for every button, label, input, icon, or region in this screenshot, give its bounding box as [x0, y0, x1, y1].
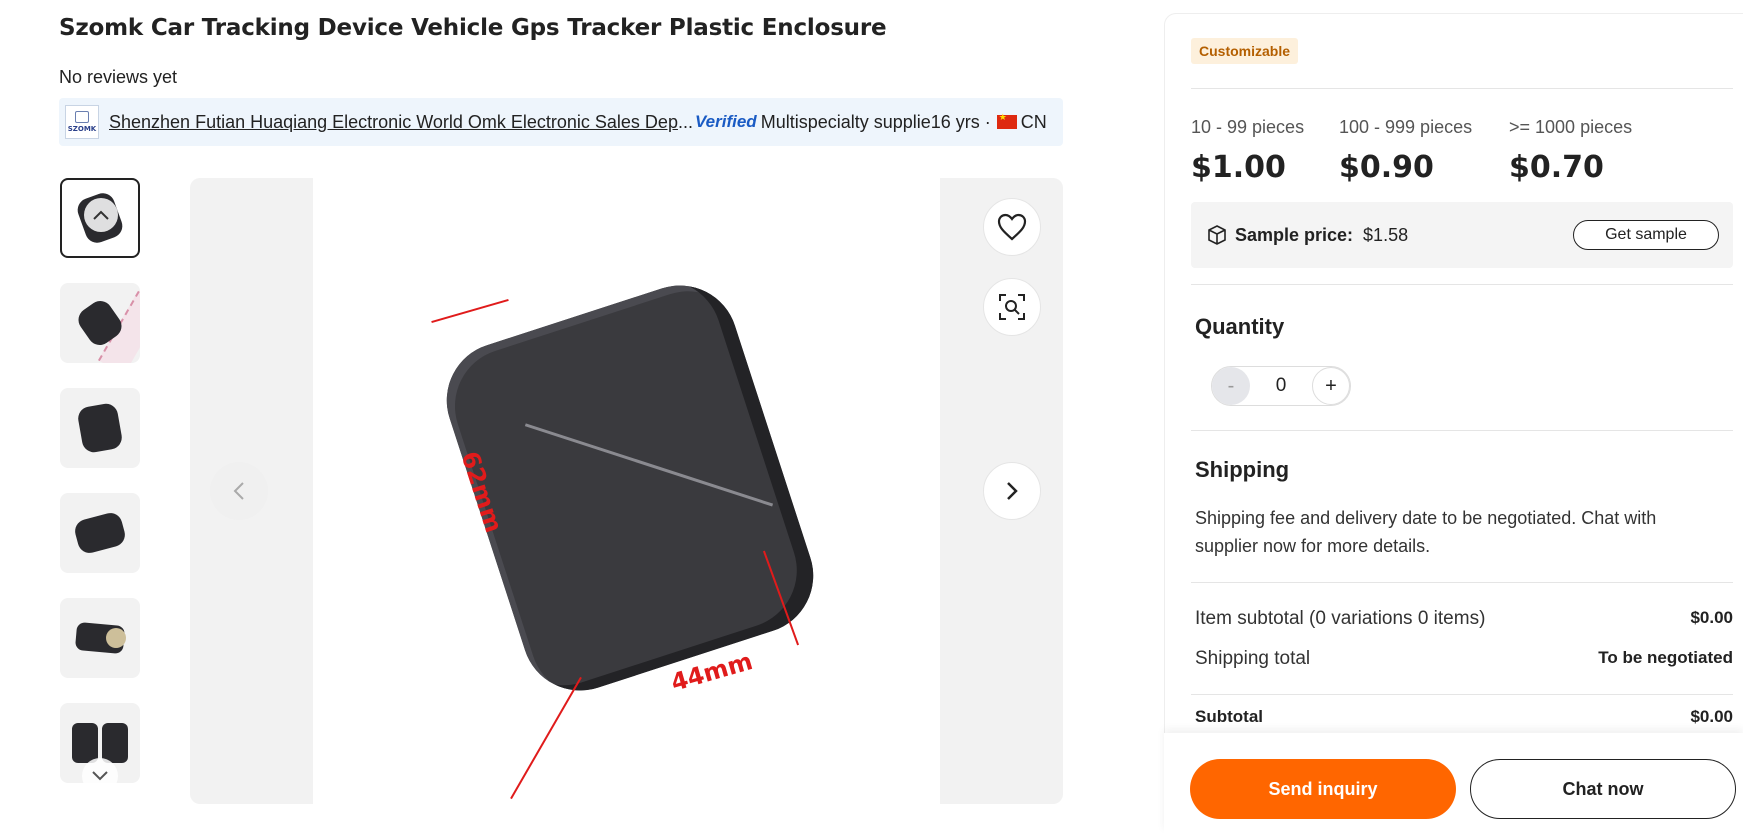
- tier-quantity: >= 1000 pieces: [1509, 117, 1633, 137]
- subtotal-value: $0.00: [1690, 707, 1733, 726]
- supplier-bar: SZOMK Shenzhen Futian Huaqiang Electroni…: [59, 98, 1063, 146]
- thumbnail-image: [72, 723, 128, 763]
- chevron-down-icon[interactable]: [82, 758, 118, 794]
- decrease-quantity-button[interactable]: -: [1212, 367, 1250, 405]
- divider: [1191, 582, 1733, 583]
- previous-image-button[interactable]: [210, 462, 268, 520]
- shipping-total-row: Shipping total To be negotiated: [1195, 648, 1733, 670]
- customizable-badge: Customizable: [1191, 38, 1299, 64]
- thumbnail-4[interactable]: [60, 493, 140, 573]
- supplier-logo[interactable]: SZOMK: [65, 105, 99, 139]
- chevron-right-icon: [1007, 482, 1018, 500]
- next-image-button[interactable]: [983, 462, 1041, 520]
- device-seam: [524, 423, 774, 507]
- price-tier-3: >= 1000 pieces $0.70: [1509, 117, 1632, 185]
- image-search-icon: [999, 294, 1025, 320]
- divider: [1191, 284, 1733, 285]
- shipping-total-label: Shipping total: [1195, 648, 1311, 669]
- action-bar: Send inquiry Chat now: [1164, 733, 1743, 833]
- heart-icon: [997, 213, 1027, 241]
- verified-badge[interactable]: Verified: [695, 112, 757, 132]
- item-subtotal-row: Item subtotal (0 variations 0 items) $0.…: [1195, 608, 1733, 630]
- main-product-image[interactable]: 62mm 44mm: [190, 178, 1063, 804]
- thumbnail-2[interactable]: [60, 283, 140, 363]
- sample-price-value: $1.58: [1363, 224, 1409, 245]
- tier-quantity: 100 - 999 pieces: [1339, 117, 1473, 137]
- shipping-note: Shipping fee and delivery date to be neg…: [1195, 508, 1657, 556]
- supplier-name-ellipsis: ...: [677, 111, 693, 132]
- product-page: Szomk Car Tracking Device Vehicle Gps Tr…: [0, 0, 1743, 833]
- shipping-total-value: To be negotiated: [1598, 648, 1733, 667]
- supplier-logo-text: SZOMK: [67, 125, 97, 133]
- item-subtotal-label: Item subtotal (0 variations 0 items): [1195, 608, 1486, 629]
- supplier-name-link[interactable]: Shenzhen Futian Huaqiang Electronic Worl…: [109, 112, 678, 133]
- divider: [1191, 430, 1733, 431]
- supplier-country: CN: [1020, 111, 1047, 132]
- tier-price: $0.70: [1509, 150, 1604, 185]
- subtotal-label: Subtotal: [1195, 707, 1263, 726]
- chat-now-button[interactable]: Chat now: [1470, 759, 1736, 819]
- thumbnail-3[interactable]: [60, 388, 140, 468]
- divider: [1191, 694, 1733, 695]
- quantity-heading: Quantity: [1195, 314, 1285, 339]
- thumbnail-image: [72, 510, 128, 556]
- get-sample-button[interactable]: Get sample: [1573, 220, 1719, 250]
- image-search-button[interactable]: [983, 278, 1041, 336]
- increase-quantity-button[interactable]: +: [1312, 367, 1350, 405]
- thumbnail-5[interactable]: [60, 598, 140, 678]
- send-inquiry-button[interactable]: Send inquiry: [1190, 759, 1456, 819]
- favorite-button[interactable]: [983, 198, 1041, 256]
- thumbnail-image: [76, 401, 124, 455]
- supplier-years: 16 yrs ·: [930, 111, 991, 132]
- purchase-panel: Customizable 10 - 99 pieces $1.00 100 - …: [1164, 13, 1743, 833]
- shipping-heading: Shipping: [1195, 457, 1290, 482]
- chevron-left-icon: [233, 482, 244, 500]
- thumbnail-list: [60, 178, 140, 808]
- price-tier-1: 10 - 99 pieces $1.00: [1191, 117, 1304, 185]
- product-title: Szomk Car Tracking Device Vehicle Gps Tr…: [59, 15, 887, 41]
- divider: [1191, 88, 1733, 89]
- tier-price: $1.00: [1191, 150, 1286, 185]
- quantity-stepper[interactable]: - 0 +: [1211, 366, 1351, 406]
- coin-graphic: [106, 628, 126, 648]
- tier-quantity: 10 - 99 pieces: [1191, 117, 1305, 137]
- sample-price-label: Sample price:: [1235, 224, 1354, 245]
- tier-price: $0.90: [1339, 150, 1434, 185]
- chevron-up-icon[interactable]: [84, 198, 118, 232]
- china-flag-icon: [996, 112, 1017, 129]
- box-icon: [1208, 225, 1226, 245]
- logo-mark-icon: [75, 111, 89, 123]
- thumbnail-1[interactable]: [60, 178, 140, 258]
- sample-price-box: Sample price: $1.58 Get sample: [1191, 202, 1733, 268]
- item-subtotal-value: $0.00: [1690, 608, 1733, 627]
- supplier-type: Multispecialty supplie: [760, 111, 931, 132]
- price-tier-2: 100 - 999 pieces $0.90: [1339, 117, 1472, 185]
- reviews-text: No reviews yet: [59, 67, 178, 87]
- quantity-value[interactable]: 0: [1250, 375, 1312, 397]
- subtotal-row: Subtotal $0.00: [1195, 707, 1733, 727]
